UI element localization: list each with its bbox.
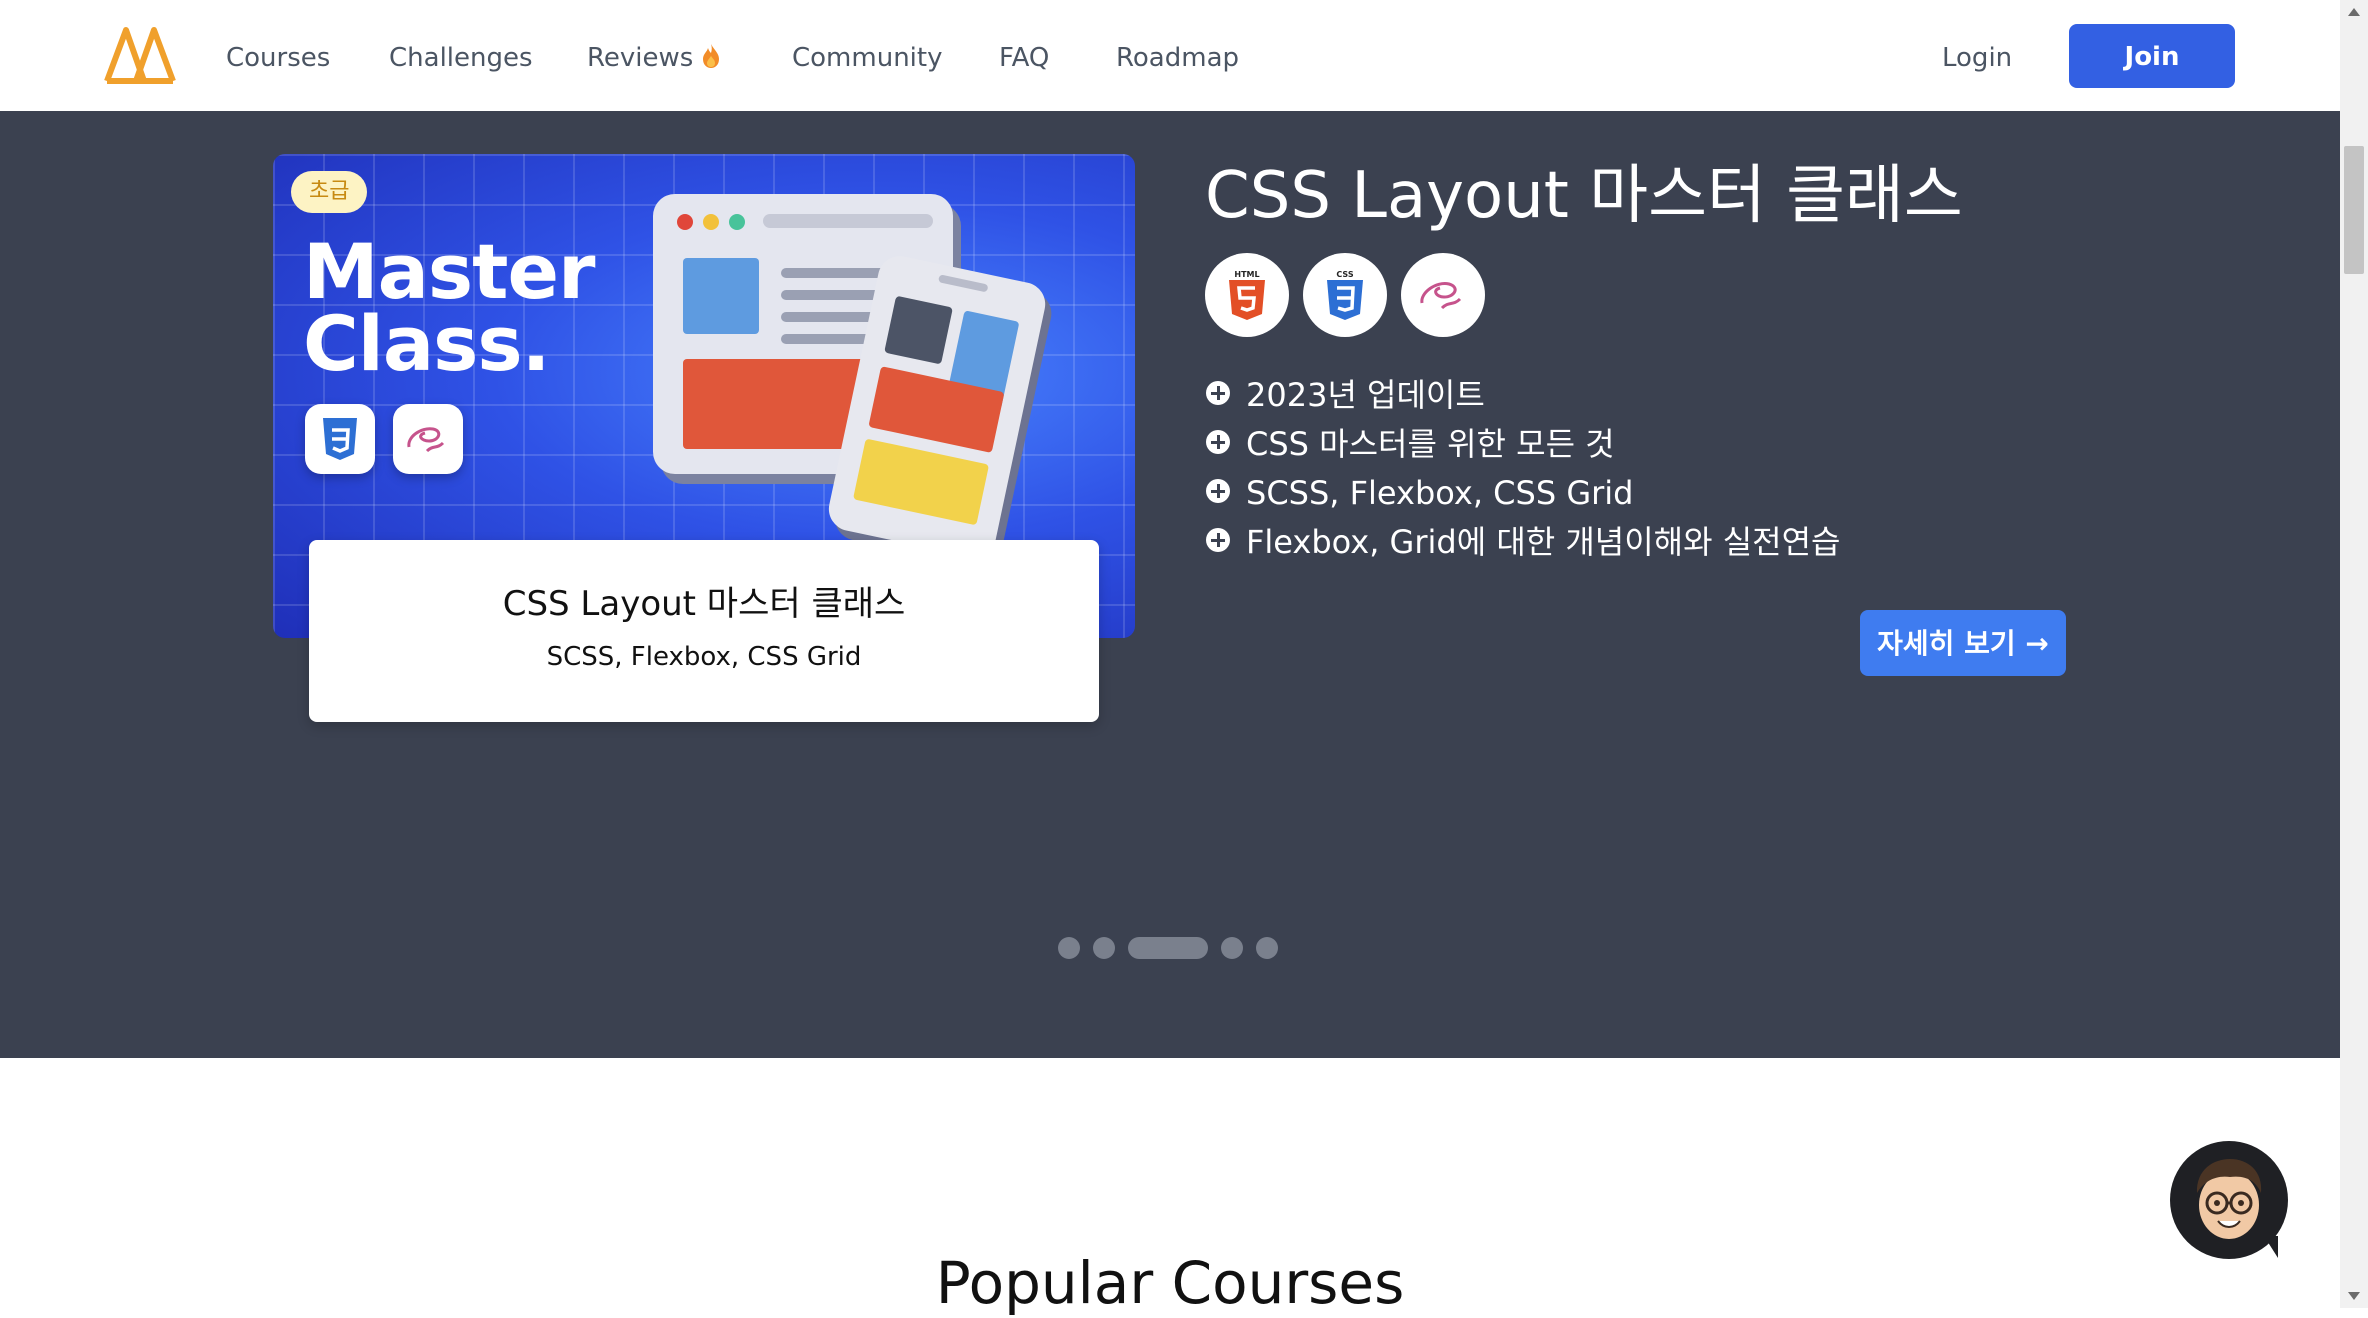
css3-icon xyxy=(305,404,375,474)
feature-text: Flexbox, Grid에 대한 개념이해와 실전연습 xyxy=(1246,523,1841,561)
feature-item: 2023년 업데이트 xyxy=(1206,373,2106,421)
logo-icon[interactable] xyxy=(104,26,176,84)
css3-icon: CSS xyxy=(1303,253,1387,337)
sass-icon xyxy=(393,404,463,474)
banner-headline-line1: Master xyxy=(303,227,596,316)
nav-challenges[interactable]: Challenges xyxy=(389,41,533,75)
plus-circle-icon xyxy=(1206,430,1230,454)
course-title: CSS Layout 마스터 클래스 xyxy=(1205,159,1963,233)
carousel-dot-1[interactable] xyxy=(1058,937,1080,959)
feature-text: SCSS, Flexbox, CSS Grid xyxy=(1246,474,1634,512)
nav-community[interactable]: Community xyxy=(792,41,942,75)
html5-icon: HTML xyxy=(1205,253,1289,337)
feature-item: Flexbox, Grid에 대한 개념이해와 실전연습 xyxy=(1206,520,2106,568)
feature-item: CSS 마스터를 위한 모든 것 xyxy=(1206,422,2106,470)
course-card-title: CSS Layout 마스터 클래스 xyxy=(502,584,906,624)
course-card[interactable]: CSS Layout 마스터 클래스 SCSS, Flexbox, CSS Gr… xyxy=(309,540,1099,722)
nav-reviews[interactable]: Reviews xyxy=(587,41,721,75)
feature-text: CSS 마스터를 위한 모든 것 xyxy=(1246,425,1615,463)
course-card-subtitle: SCSS, Flexbox, CSS Grid xyxy=(546,642,862,672)
top-navigation: Courses Challenges Reviews Community FAQ… xyxy=(0,0,2340,111)
nav-faq[interactable]: FAQ xyxy=(999,41,1049,75)
fire-icon xyxy=(703,44,720,68)
carousel-dot-5[interactable] xyxy=(1256,937,1278,959)
nav-roadmap[interactable]: Roadmap xyxy=(1116,41,1239,75)
svg-text:HTML: HTML xyxy=(1234,270,1259,279)
nav-reviews-label: Reviews xyxy=(587,43,694,73)
feature-text: 2023년 업데이트 xyxy=(1246,376,1485,414)
plus-circle-icon xyxy=(1206,528,1230,552)
join-button[interactable]: Join xyxy=(2069,24,2235,88)
banner-headline-line2: Class. xyxy=(303,299,550,388)
chat-bubble-tail xyxy=(2264,1236,2278,1258)
carousel-dot-2[interactable] xyxy=(1093,937,1115,959)
svg-text:CSS: CSS xyxy=(1336,270,1353,279)
level-badge: 초급 xyxy=(291,171,368,213)
banner-headline: Master Class. xyxy=(303,227,596,388)
scroll-down-arrow-icon[interactable] xyxy=(2348,1292,2360,1300)
nav-courses[interactable]: Courses xyxy=(226,41,330,75)
login-link[interactable]: Login xyxy=(1942,41,2012,75)
carousel-dot-3-active[interactable] xyxy=(1128,937,1208,959)
hero-carousel: 초급 Master Class. CSS Layout 마스터 클래스 SCSS… xyxy=(0,111,2340,1058)
sass-icon xyxy=(1401,253,1485,337)
plus-circle-icon xyxy=(1206,479,1230,503)
scrollbar-thumb[interactable] xyxy=(2344,146,2364,274)
carousel-dot-4[interactable] xyxy=(1221,937,1243,959)
view-details-button[interactable]: 자세히 보기 → xyxy=(1860,610,2066,676)
feature-item: SCSS, Flexbox, CSS Grid xyxy=(1206,471,2106,519)
scroll-up-arrow-icon[interactable] xyxy=(2348,8,2360,16)
plus-circle-icon xyxy=(1206,381,1230,405)
